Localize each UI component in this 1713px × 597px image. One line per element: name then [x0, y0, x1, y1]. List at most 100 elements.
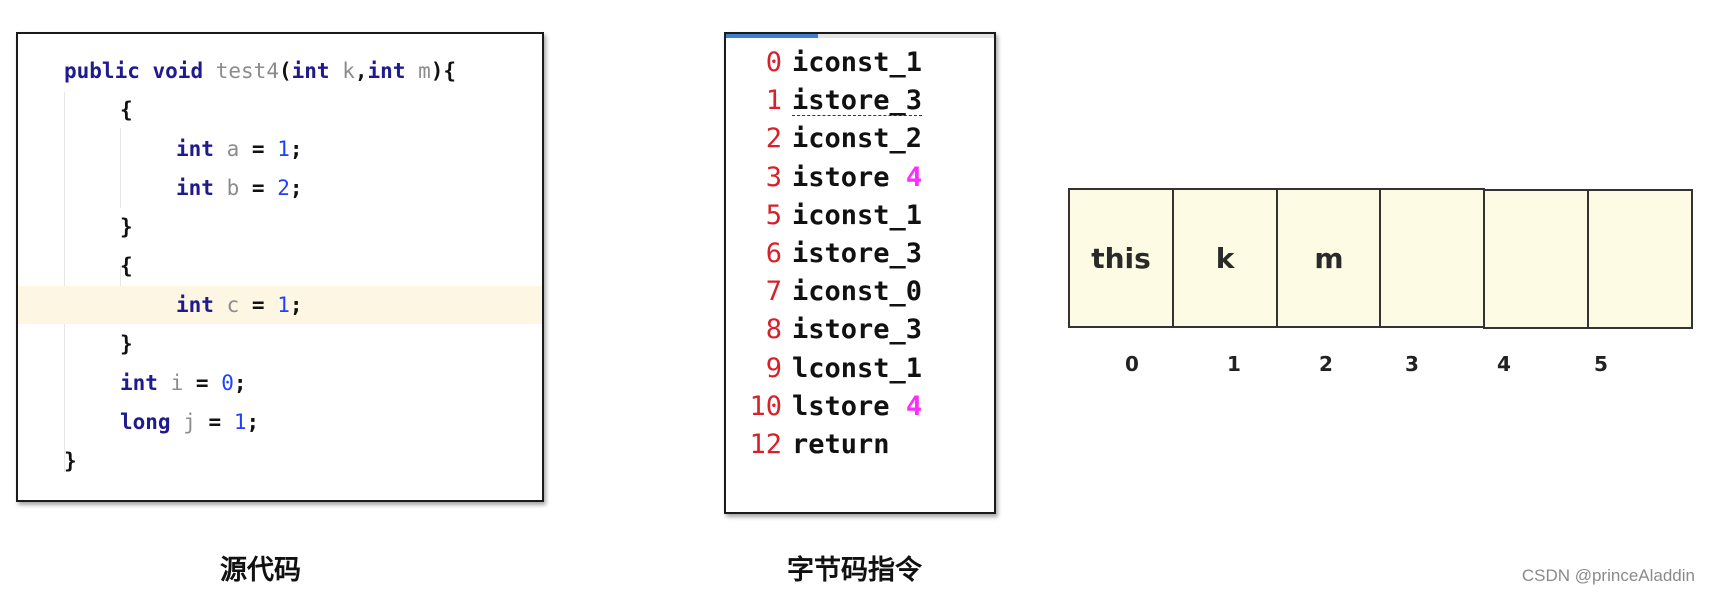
code-text: { [120, 91, 133, 129]
code-token: int [176, 293, 214, 317]
bytecode-panel: 0 iconst_1 1 istore_3 2 iconst_2 3 istore 4 5 ico… [724, 32, 996, 514]
slot-0: this [1068, 188, 1174, 328]
bytecode-offset: 12 [749, 429, 782, 460]
code-text: { [120, 247, 133, 285]
bytecode-opcode: istore_3 [792, 233, 922, 275]
code-token: b [226, 176, 240, 200]
code-token: 2 [277, 176, 290, 200]
opcode-text: iconst_1 [792, 199, 923, 231]
source-code-panel: public void test4(int k,int m){{int a = … [16, 32, 544, 502]
bytecode-opcode: istore_3 [792, 309, 922, 351]
code-token: c [226, 293, 240, 317]
code-token: ; [289, 176, 303, 200]
code-token: long [120, 410, 171, 434]
bytecode-opcode: lstore 4 [792, 386, 922, 428]
slot-index-label: 2 [1319, 352, 1333, 376]
code-text: } [64, 442, 77, 480]
code-token: 1 [277, 293, 290, 317]
code-token: } [120, 215, 133, 239]
slot-index-label: 4 [1497, 352, 1511, 376]
code-token: public [64, 59, 140, 83]
code-token: 1 [233, 410, 247, 434]
code-token: a [226, 137, 240, 161]
code-line: } [18, 442, 542, 480]
code-text: } [120, 208, 133, 246]
slot-1: k [1172, 188, 1278, 328]
code-token: 0 [221, 371, 234, 395]
watermark: CSDN @princeAladdin [1521, 566, 1695, 585]
bytecode-instruction: 7 iconst_0 [726, 271, 994, 313]
bytecode-instruction: 3 istore 4 [726, 157, 994, 199]
slot-index-label: 3 [1405, 352, 1419, 376]
code-token: ){ [430, 59, 457, 83]
bytecode-offset: 10 [749, 390, 782, 422]
code-token: int [291, 59, 330, 83]
code-line: } [18, 208, 542, 246]
code-text: int b = 2; [176, 169, 303, 207]
bytecode-operand: 4 [905, 161, 923, 193]
code-token: ; [289, 293, 303, 317]
code-token: = [183, 371, 222, 395]
code-token: int [367, 59, 406, 83]
bytecode-caption: 字节码指令 [787, 555, 922, 586]
code-token: = [239, 293, 278, 317]
bytecode-offset: 7 [765, 276, 782, 308]
bytecode-offset: 8 [765, 314, 782, 346]
opcode-text: iconst_2 [792, 123, 923, 155]
slot-2: m [1276, 188, 1382, 328]
bytecode-instruction: 1 istore_3 [726, 80, 994, 122]
bytecode-offset: 2 [765, 123, 782, 155]
source-code-caption: 源代码 [220, 555, 301, 586]
code-text: int a = 1; [176, 130, 303, 168]
code-token: ( [278, 59, 292, 83]
bytecode-opcode: istore 4 [792, 157, 922, 199]
bytecode-instruction: 0 iconst_1 [726, 42, 994, 84]
opcode-text: return [792, 429, 890, 460]
code-token: ; [289, 137, 303, 161]
code-token: = [239, 137, 278, 161]
code-token: ; [246, 410, 260, 434]
bytecode-opcode: istore_3 [792, 80, 922, 122]
bytecode-offset: 1 [765, 85, 782, 117]
bytecode-operand: 4 [905, 390, 923, 422]
bytecode-offset: 0 [765, 47, 782, 78]
code-token: int [176, 176, 214, 200]
bytecode-instruction: 9 lconst_1 [726, 348, 994, 390]
bytecode-opcode: iconst_2 [792, 118, 922, 160]
code-line: public void test4(int k,int m){ [18, 52, 542, 90]
code-token: } [64, 449, 77, 473]
code-token: m [418, 59, 431, 83]
opcode-text: lstore [792, 390, 890, 422]
code-line: } [18, 325, 542, 363]
code-text: public void test4(int k,int m){ [64, 52, 456, 90]
opcode-text: istore_3 [792, 238, 923, 269]
code-token: ; [233, 371, 247, 395]
bytecode-offset: 9 [765, 352, 782, 384]
panel-tab-bar [726, 34, 994, 38]
slot-4 [1483, 189, 1589, 329]
code-line: int c = 1; [18, 286, 542, 324]
code-token: i [170, 371, 184, 395]
slot-5 [1587, 189, 1693, 329]
code-token: int [120, 371, 158, 395]
bytecode-offset: 6 [765, 238, 782, 269]
code-text: } [120, 325, 133, 363]
bytecode-instruction: 5 iconst_1 [726, 195, 994, 237]
opcode-text: iconst_1 [792, 47, 923, 78]
code-text: int i = 0; [120, 364, 247, 402]
code-line: int b = 2; [18, 169, 542, 207]
bytecode-offset: 3 [765, 161, 782, 193]
bytecode-opcode: return [792, 424, 890, 466]
code-line: int a = 1; [18, 130, 542, 168]
opcode-text: iconst_0 [792, 276, 923, 308]
code-token: j [183, 410, 196, 434]
code-token: , [354, 59, 368, 83]
